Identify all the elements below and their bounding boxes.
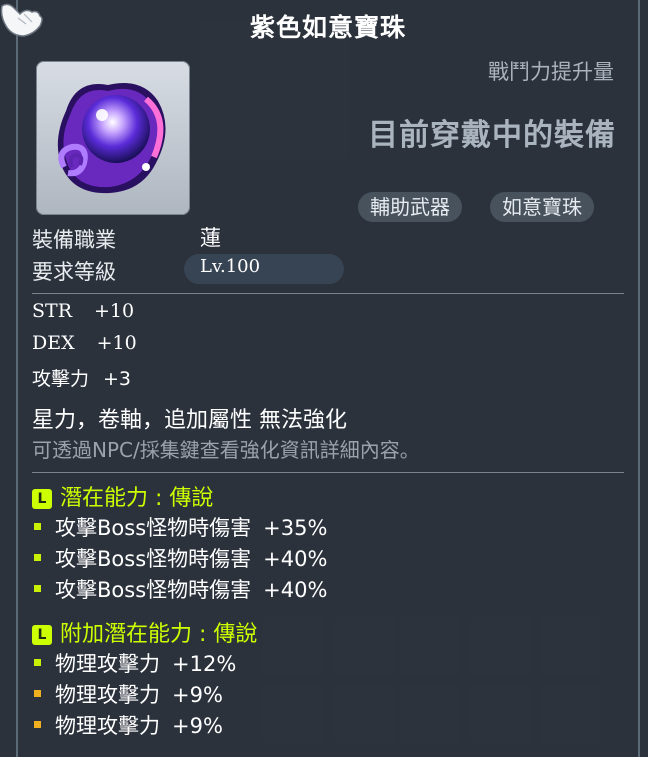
tag-item-type: 如意寶珠 [490,192,594,222]
level-value: Lv.100 [200,256,261,277]
stat-value: +10 [94,300,135,322]
potential-value: +40% [263,547,328,571]
bullet-icon [34,659,41,666]
potential-line: 攻擊Boss怪物時傷害 +40% [34,543,327,573]
stat-name: STR [32,300,72,322]
additional-potential-title: 附加潛在能力 : 傳說 [60,622,258,647]
stat-row: STR +10 [32,300,134,322]
bullet-icon [34,721,41,728]
bullet-icon [34,554,41,561]
additional-potential-value: +9% [172,714,223,738]
combat-power-label: 戰鬥力提升量 [488,60,614,84]
item-icon-frame [36,61,190,215]
bullet-icon [34,585,41,592]
job-label: 裝備職業 [32,228,116,252]
bullet-icon [34,690,41,697]
enhance-hint: 可透過NPC/採集鍵查看強化資訊詳細內容。 [32,438,420,462]
potential-line: 攻擊Boss怪物時傷害 +35% [34,512,327,542]
potential-value: +40% [263,578,328,602]
potential-line: 攻擊Boss怪物時傷害 +40% [34,574,327,604]
additional-potential-name: 物理攻擊力 [55,714,160,738]
divider [32,472,624,473]
potential-name: 攻擊Boss怪物時傷害 [55,578,252,602]
additional-potential-value: +9% [172,683,223,707]
additional-potential-line: 物理攻擊力 +9% [34,710,223,740]
potential-value: +35% [263,516,328,540]
potential-title: 潛在能力 : 傳說 [60,486,214,511]
additional-potential-line: 物理攻擊力 +9% [34,679,223,709]
potential-name: 攻擊Boss怪物時傷害 [55,516,252,540]
level-label: 要求等級 [32,260,116,284]
no-enhance-note: 星力，卷軸，追加屬性 無法強化 [32,408,347,433]
legendary-badge-icon: L [32,489,52,509]
item-name: 紫色如意寶珠 [249,13,406,42]
purple-orb-icon [57,83,166,194]
tag-secondary-weapon: 輔助武器 [358,192,462,222]
legendary-badge-icon: L [32,625,52,645]
stat-value: +10 [96,332,137,354]
stat-row: DEX +10 [32,332,137,354]
equipped-label: 目前穿戴中的裝備 [368,118,616,153]
potential-name: 攻擊Boss怪物時傷害 [55,547,252,571]
additional-potential-line: 物理攻擊力 +12% [34,648,236,678]
additional-potential-name: 物理攻擊力 [55,652,160,676]
stat-value: +3 [103,368,132,390]
divider [32,293,624,294]
stat-name: 攻擊力 [32,368,90,390]
potential-header: L 潛在能力 : 傳說 [32,480,213,512]
bullet-icon [34,523,41,530]
additional-potential-value: +12% [172,652,237,676]
additional-potential-name: 物理攻擊力 [55,683,160,707]
white-glove-cursor-icon [0,3,43,37]
stat-row: 攻擊力 +3 [32,364,131,391]
stat-name: DEX [32,332,75,354]
item-tooltip: 紫色如意寶珠 戰鬥力提升量 目前穿戴中的裝備 輔助武器 如意寶珠 裝備職業 蓮 … [16,0,640,757]
job-value: 蓮 [200,226,221,250]
additional-potential-header: L 附加潛在能力 : 傳說 [32,616,257,648]
